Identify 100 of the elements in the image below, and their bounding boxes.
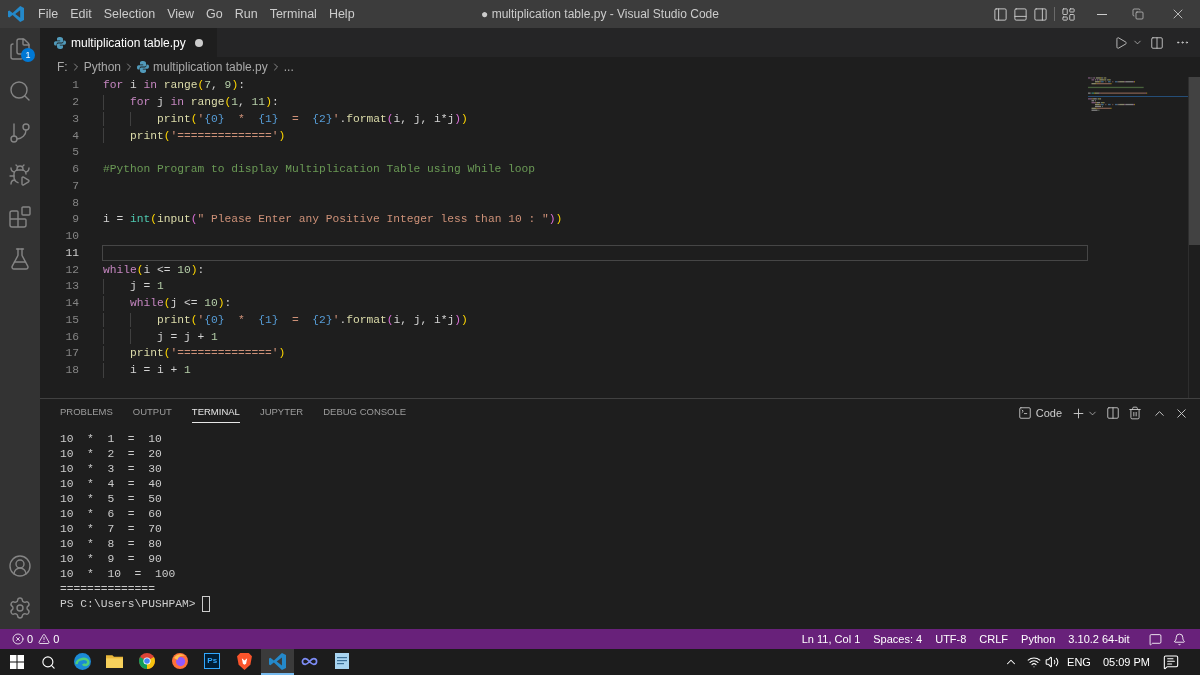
menu-item[interactable]: View xyxy=(161,3,200,25)
line-number: 10 xyxy=(65,229,79,244)
line-number: 5 xyxy=(72,145,79,160)
search-icon xyxy=(8,79,32,103)
terminal-line: 10 * 7 = 70 xyxy=(60,521,162,536)
menu-item[interactable]: Help xyxy=(322,3,361,25)
menu-item[interactable]: File xyxy=(32,3,65,25)
line-number: 17 xyxy=(65,346,79,361)
menu-item[interactable]: Selection xyxy=(97,3,162,25)
status-item[interactable]: CRLF xyxy=(972,629,1015,649)
terminal-line: 10 * 5 = 50 xyxy=(60,491,162,506)
line-number: 7 xyxy=(72,178,79,193)
cursor-icon xyxy=(201,595,210,612)
taskbar-app-button[interactable]: Ps xyxy=(196,649,229,675)
language-button[interactable]: ENG xyxy=(1061,649,1097,675)
bell-icon xyxy=(1172,632,1186,646)
terminal-selector[interactable]: Code xyxy=(1015,402,1064,424)
terminal-line: ============== xyxy=(60,581,155,596)
line-number: 15 xyxy=(65,312,79,327)
code-line: i = int(input(" Please Enter any Positive Integer less than 10 : ")) xyxy=(103,212,563,227)
code-line: print('{0} * {1} = {2}'.format(i, j, i*j)) xyxy=(156,312,468,327)
menu-item[interactable]: Go xyxy=(200,3,229,25)
terminal-line: 10 * 4 = 40 xyxy=(60,476,162,491)
terminal-icon xyxy=(1017,406,1032,420)
account-icon xyxy=(8,554,32,578)
status-item[interactable]: 3.10.2 64-bit xyxy=(1061,629,1136,649)
split-icon xyxy=(1150,35,1164,50)
taskbar-app-button[interactable] xyxy=(261,649,294,675)
flask-icon xyxy=(8,247,32,271)
code-logo-icon xyxy=(268,652,286,670)
line-number: 11 xyxy=(65,245,79,260)
terminal-line: 10 * 10 = 100 xyxy=(60,566,176,581)
menu-item[interactable]: Run xyxy=(228,3,264,25)
panel-bottom-icon xyxy=(1012,6,1028,22)
line-number: 18 xyxy=(65,363,79,378)
window-title: ● multiplication table.py - Visual Studio Code xyxy=(481,6,719,23)
play-icon xyxy=(1114,35,1128,50)
breadcrumb-item[interactable]: F: xyxy=(57,58,68,76)
status-item[interactable]: UTF-8 xyxy=(928,629,973,649)
code-line: #Python Program to display Multiplication Table using While loop xyxy=(103,162,536,177)
status-item[interactable]: Python xyxy=(1014,629,1062,649)
breadcrumb-item[interactable]: multiplication table.py xyxy=(137,58,268,76)
line-number: 2 xyxy=(72,95,79,110)
line-number: 1 xyxy=(72,78,79,93)
folder-icon xyxy=(106,654,124,668)
code-line: for i in range(7, 9): xyxy=(103,78,245,93)
plus-icon xyxy=(1070,405,1086,421)
terminal-prompt: PS C:\Users\PUSHPAM> xyxy=(60,596,196,611)
code-line: print('==============') xyxy=(129,346,286,361)
line-number: 12 xyxy=(65,262,79,277)
line-number: 14 xyxy=(65,296,79,311)
code-line: while(i <= 10): xyxy=(103,262,205,277)
terminal-line: 10 * 8 = 80 xyxy=(60,536,162,551)
terminal-line: 10 * 3 = 30 xyxy=(60,461,162,476)
code-logo-icon xyxy=(8,6,24,22)
code-line: print('{0} * {1} = {2}'.format(i, j, i*j)) xyxy=(156,111,468,126)
line-number: 8 xyxy=(72,195,79,210)
settings-icon xyxy=(8,596,32,620)
wifi-icon xyxy=(1027,655,1042,669)
terminal-line: 10 * 6 = 60 xyxy=(60,506,162,521)
speech-bubble-icon xyxy=(1148,632,1162,646)
bug-play-icon xyxy=(8,163,32,187)
panel-right-icon xyxy=(1032,6,1048,22)
speaker-icon xyxy=(1045,655,1060,669)
panel-tab[interactable]: JUPYTER xyxy=(259,403,304,423)
line-number: 16 xyxy=(65,329,79,344)
clock-button[interactable]: 05:09 PM xyxy=(1096,649,1156,675)
code-line: while(j <= 10): xyxy=(129,296,232,311)
menu-item[interactable]: Terminal xyxy=(263,3,323,25)
breadcrumb-item[interactable]: ... xyxy=(283,58,294,76)
panel-left-icon xyxy=(992,6,1008,22)
error-icon xyxy=(12,633,24,645)
line-number: 13 xyxy=(65,279,79,294)
line-number: 4 xyxy=(72,128,79,143)
grid-logo-icon xyxy=(10,655,24,669)
trash-icon xyxy=(1128,406,1142,420)
line-number: 6 xyxy=(72,162,79,177)
files-icon xyxy=(8,37,32,61)
menu-item[interactable]: Edit xyxy=(64,3,98,25)
layout-icon xyxy=(1060,6,1076,22)
scrollbar-thumb[interactable] xyxy=(1189,77,1200,245)
branch-icon xyxy=(8,121,32,145)
status-item[interactable]: Ln 11, Col 1 xyxy=(795,629,867,649)
problems-button[interactable]: 0 0 xyxy=(8,629,64,649)
line-number: 9 xyxy=(72,212,79,227)
swirl-icon xyxy=(73,652,91,670)
breadcrumb-item[interactable]: Python xyxy=(83,58,122,76)
restore-icon xyxy=(1132,8,1144,20)
code-line: i = i + 1 xyxy=(129,363,191,378)
code-line: j = 1 xyxy=(129,279,164,294)
panel-tab[interactable]: TERMINAL xyxy=(191,403,240,423)
status-item[interactable]: Spaces: 4 xyxy=(866,629,929,649)
editor-tab[interactable]: multiplication table.py xyxy=(40,28,217,57)
terminal-line: 10 * 9 = 90 xyxy=(60,551,162,566)
panel-tab[interactable]: PROBLEMS xyxy=(60,403,113,423)
count-badge: 1 xyxy=(21,48,35,62)
panel-tab[interactable]: OUTPUT xyxy=(132,403,172,423)
shield-icon xyxy=(237,652,253,670)
panel-tab[interactable]: DEBUG CONSOLE xyxy=(323,403,407,423)
app-tile: Ps xyxy=(204,653,221,669)
